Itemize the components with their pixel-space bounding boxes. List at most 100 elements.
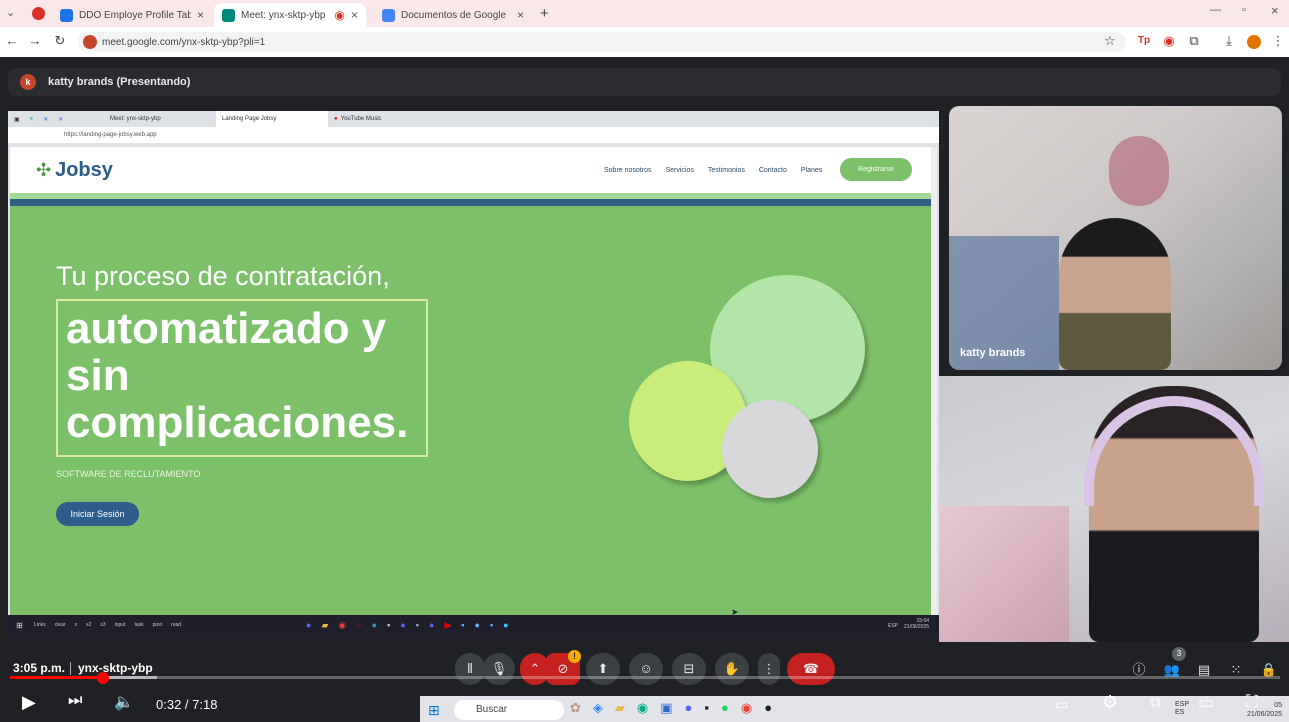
meeting-code: ynx-sktp-ybp xyxy=(78,661,153,675)
extension-icon[interactable]: ◉ xyxy=(1161,33,1177,49)
participant-tile-katty[interactable]: katty brands xyxy=(949,106,1282,370)
taskbar-link: clear xyxy=(54,622,66,628)
close-window-button[interactable]: × xyxy=(1271,3,1279,18)
progress-buffer xyxy=(102,676,157,679)
minimize-button[interactable]: — xyxy=(1210,4,1221,16)
download-icon[interactable]: ⤓ xyxy=(1221,33,1237,49)
address-bar[interactable]: meet.google.com/ynx-sktp-ybp?pli=1 xyxy=(78,32,1126,52)
discord-icon[interactable]: ● xyxy=(685,700,693,716)
hero-heading-line: complicaciones. xyxy=(66,398,409,447)
tab-title: Documentos de Google xyxy=(401,9,507,21)
nav-sobre-nosotros[interactable]: Sobre nosotros xyxy=(604,167,651,174)
shared-url: https://landing-page-jobsy.web.app xyxy=(64,132,157,138)
settings-gear-icon[interactable]: ⚙ xyxy=(1102,692,1118,713)
jobsy-logo: ✣ Jobsy xyxy=(36,159,113,182)
extension-icon[interactable]: Tp xyxy=(1136,33,1152,49)
taskbar-link: post xyxy=(152,622,163,628)
app-icon: ▪ xyxy=(461,620,465,630)
copilot-icon[interactable]: ◈ xyxy=(593,700,603,716)
youtube-icon: ▶ xyxy=(444,620,452,630)
background-blur-shape xyxy=(1109,136,1169,206)
mic-button[interactable]: 🎙 xyxy=(483,653,515,685)
forward-icon[interactable]: → xyxy=(27,33,43,49)
nav-contacto[interactable]: Contacto xyxy=(759,167,787,174)
hero-highlight-box: automatizado y sin complicaciones. xyxy=(56,299,428,457)
audio-settings-button[interactable]: ⫴ xyxy=(455,653,485,685)
close-icon[interactable]: × xyxy=(351,8,358,22)
app-icon[interactable]: ● xyxy=(764,700,772,716)
folder-icon: ▰ xyxy=(321,620,329,630)
taskbar-link: task xyxy=(134,622,144,628)
separator xyxy=(70,662,71,675)
presenter-bar: k katty brands (Presentando) xyxy=(8,68,1281,96)
tray-clock: 05 21/06/2025 xyxy=(1238,701,1282,719)
tab-title: Meet: ynx-sktp-ybp xyxy=(241,9,326,21)
widgets-icon[interactable]: ✿ xyxy=(570,700,581,716)
bookmark-star-icon[interactable]: ☆ xyxy=(1102,33,1118,49)
doc-icon xyxy=(60,8,73,22)
nav-testimonios[interactable]: Testimonios xyxy=(708,167,745,174)
url-text: meet.google.com/ynx-sktp-ybp?pli=1 xyxy=(102,36,266,48)
raise-hand-button[interactable]: ✋ xyxy=(715,653,749,685)
tab-ddo[interactable]: DDO Employe Profile Table Co × xyxy=(52,3,212,27)
docs-icon xyxy=(382,8,395,22)
next-icon[interactable]: ⏭ xyxy=(68,692,82,710)
taskbar-search[interactable]: Buscar xyxy=(454,700,564,720)
volume-icon[interactable]: 🔈 xyxy=(114,692,134,712)
miniplayer-icon[interactable]: ⧉ xyxy=(1150,694,1161,711)
chrome-icon[interactable]: ◉ xyxy=(741,700,752,716)
taskbar-link: x xyxy=(74,622,78,628)
tab-search-button[interactable]: ⌄ xyxy=(6,6,15,19)
hero-line: Tu proceso de contratación, xyxy=(56,261,390,291)
nav-planes[interactable]: Planes xyxy=(801,167,822,174)
reload-icon[interactable]: ↻ xyxy=(52,33,68,49)
taskbar-link: input xyxy=(114,622,126,628)
file-explorer-icon[interactable]: ▰ xyxy=(615,700,625,716)
tab-title: Landing Page Jobsy xyxy=(222,116,277,122)
theater-mode-icon[interactable]: ▭ xyxy=(1198,693,1214,713)
meeting-time: 3:05 p.m. xyxy=(13,661,66,675)
participant-tile-self[interactable] xyxy=(939,376,1289,642)
puzzle-icon[interactable]: ⧉ xyxy=(1186,33,1202,49)
app-icon: ✕ xyxy=(43,116,49,123)
app-icon[interactable]: ▪ xyxy=(704,700,709,716)
shared-pinned-tabs: ▣ ● ✕ ✕ xyxy=(8,111,104,127)
profile-avatar[interactable] xyxy=(1247,35,1261,49)
app-icon: ● xyxy=(371,620,378,630)
shared-address-bar: https://landing-page-jobsy.web.app xyxy=(8,127,939,143)
site-info-icon[interactable] xyxy=(83,35,97,49)
new-tab-button[interactable]: + xyxy=(540,5,549,22)
tray-time: 05 xyxy=(1274,702,1282,709)
taskbar-link: read xyxy=(171,622,182,628)
more-options-button[interactable]: ⋮ xyxy=(758,653,780,685)
shared-tab-landing: Landing Page Jobsy xyxy=(216,111,328,127)
menu-icon[interactable]: ⋮ xyxy=(1270,33,1286,49)
pinned-tab-icon[interactable] xyxy=(32,7,45,20)
captions-button[interactable]: ⊟ xyxy=(672,653,706,685)
present-screen-button[interactable]: ⬆ xyxy=(586,653,620,685)
subtitles-icon[interactable]: ▭ xyxy=(1055,696,1068,713)
progress-scrubber[interactable] xyxy=(96,672,109,684)
close-icon[interactable]: × xyxy=(517,8,524,22)
login-button[interactable]: Iniciar Sesión xyxy=(56,502,139,526)
nav-servicios[interactable]: Servicios xyxy=(665,167,693,174)
taskbar-apps: ● ▰ ◉ ○ ● ▪ ● ▪ ● ▶ ▪ ● ▪ ● xyxy=(306,620,509,631)
store-icon[interactable]: ▣ xyxy=(660,700,672,716)
windows-start-icon[interactable]: ⊞ xyxy=(428,702,440,719)
opera-icon: ○ xyxy=(356,620,362,630)
camera-warning-badge: ! xyxy=(568,650,581,663)
hero-subtitle: SOFTWARE DE RECLUTAMIENTO xyxy=(56,469,201,479)
site-nav-links: Sobre nosotros Servicios Testimonios Con… xyxy=(604,167,822,174)
progress-track[interactable] xyxy=(10,676,1280,679)
emoji-button[interactable]: ☺ xyxy=(629,653,663,685)
tab-docs[interactable]: Documentos de Google × xyxy=(374,3,532,27)
whatsapp-icon[interactable]: ● xyxy=(721,700,729,716)
leave-call-button[interactable]: ☎ xyxy=(787,653,835,685)
tab-meet[interactable]: Meet: ynx-sktp-ybp ◉ × xyxy=(214,3,366,27)
restore-button[interactable]: ▫ xyxy=(1242,4,1246,16)
close-icon[interactable]: × xyxy=(197,8,204,22)
edge-icon[interactable]: ◉ xyxy=(637,700,648,716)
register-button[interactable]: Registrarse xyxy=(840,158,912,181)
play-icon[interactable]: ▶ xyxy=(22,692,36,713)
back-icon[interactable]: ← xyxy=(4,33,20,49)
